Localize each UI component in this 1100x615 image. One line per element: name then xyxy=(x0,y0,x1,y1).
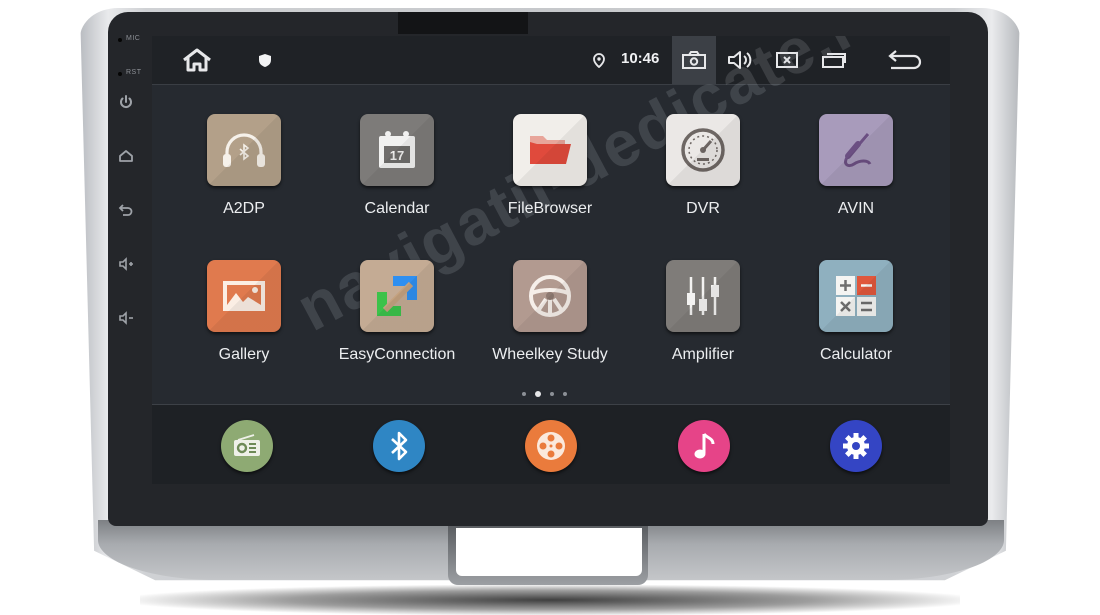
app-label: DVR xyxy=(686,200,720,217)
side-home-button[interactable] xyxy=(116,146,136,166)
app-filebrowser[interactable]: FileBrowser xyxy=(490,114,610,218)
app-dvr[interactable]: DVR xyxy=(643,114,763,218)
connection-icon xyxy=(377,276,417,316)
calculator-icon xyxy=(836,276,876,316)
folder-icon xyxy=(530,136,571,164)
dock-bluetooth-button[interactable] xyxy=(373,420,425,472)
device-shadow xyxy=(140,585,960,615)
camera-icon xyxy=(682,51,706,69)
app-icon-tile xyxy=(819,114,893,186)
app-icon-tile xyxy=(819,260,893,332)
bluetooth-headphones-icon xyxy=(223,133,265,167)
app-easyconnection[interactable]: EasyConnection xyxy=(337,260,457,364)
audio-jack-icon xyxy=(844,133,872,168)
speedometer-icon xyxy=(681,128,725,172)
dock-video-button[interactable] xyxy=(525,420,577,472)
image-icon xyxy=(223,281,265,311)
screenshot-button[interactable] xyxy=(680,49,708,71)
glass-top-strip xyxy=(398,12,528,34)
app-calculator[interactable]: Calculator xyxy=(796,260,916,364)
radio-icon xyxy=(234,434,260,456)
page-dot[interactable] xyxy=(550,392,554,396)
app-a2dp[interactable]: A2DP xyxy=(184,114,304,218)
volume-up-icon xyxy=(119,257,133,271)
reset-label: RST xyxy=(126,69,142,76)
app-icon-tile xyxy=(207,260,281,332)
app-amplifier[interactable]: Amplifier xyxy=(643,260,763,364)
back-icon xyxy=(888,50,922,70)
status-time: 10:46 xyxy=(621,50,660,67)
dock-music-button[interactable] xyxy=(678,420,730,472)
page-dot[interactable] xyxy=(522,392,526,396)
home-icon xyxy=(119,150,133,162)
app-label: Calculator xyxy=(819,346,893,363)
page-indicator xyxy=(522,390,567,398)
calendar-icon: 17 xyxy=(379,131,415,168)
status-bar: 10:46 xyxy=(152,36,950,85)
mount-notch-cutout xyxy=(456,528,642,576)
recent-apps-icon xyxy=(822,53,846,68)
app-wheelkey-study[interactable]: Wheelkey Study xyxy=(490,260,610,364)
screen: 10:46 navigatii-dedicate.ro A2DP 17 Cale… xyxy=(152,36,950,484)
dock xyxy=(152,404,950,484)
page-dot[interactable] xyxy=(563,392,567,396)
close-box-icon xyxy=(776,52,798,68)
app-gallery[interactable]: Gallery xyxy=(184,260,304,364)
dock-settings-button[interactable] xyxy=(830,420,882,472)
reset-hole[interactable] xyxy=(118,72,122,76)
app-icon-tile xyxy=(666,114,740,186)
app-icon-tile xyxy=(666,260,740,332)
equalizer-icon xyxy=(687,277,719,315)
volume-down-icon xyxy=(119,311,133,325)
app-icon-tile: 17 xyxy=(360,114,434,186)
app-label: AVIN xyxy=(837,200,875,217)
music-note-icon xyxy=(694,432,715,459)
mic-hole xyxy=(118,38,122,42)
app-label: Amplifier xyxy=(671,346,735,363)
status-location xyxy=(592,52,606,68)
shield-icon xyxy=(259,53,271,67)
location-icon xyxy=(593,52,605,68)
status-shield xyxy=(258,53,272,67)
app-icon-tile xyxy=(207,114,281,186)
back-button[interactable] xyxy=(886,48,924,72)
home-icon xyxy=(183,48,211,72)
volume-icon xyxy=(728,51,752,69)
side-volume-down-button[interactable] xyxy=(116,308,136,328)
app-label: A2DP xyxy=(223,200,265,217)
close-app-button[interactable] xyxy=(774,49,800,71)
side-back-button[interactable] xyxy=(116,200,136,220)
app-label: EasyConnection xyxy=(338,346,456,363)
bluetooth-icon xyxy=(391,431,408,461)
mic-label: MIC xyxy=(126,35,141,42)
status-home-button[interactable] xyxy=(180,45,214,75)
volume-button[interactable] xyxy=(726,49,754,71)
back-icon xyxy=(118,204,133,216)
app-label: Calendar xyxy=(364,200,430,217)
app-calendar[interactable]: 17 Calendar xyxy=(337,114,457,218)
power-icon xyxy=(120,95,132,108)
steering-wheel-icon xyxy=(529,275,571,317)
dock-radio-button[interactable] xyxy=(221,420,273,472)
side-volume-up-button[interactable] xyxy=(116,254,136,274)
recent-apps-button[interactable] xyxy=(820,49,850,71)
app-label: Gallery xyxy=(218,346,270,363)
app-icon-tile xyxy=(513,260,587,332)
page-dot-active[interactable] xyxy=(535,391,541,397)
film-reel-icon xyxy=(537,432,565,460)
app-icon-tile xyxy=(360,260,434,332)
app-label: FileBrowser xyxy=(507,200,593,217)
gear-icon xyxy=(843,433,869,459)
calendar-day: 17 xyxy=(390,148,404,163)
app-label: Wheelkey Study xyxy=(492,346,608,363)
side-power-button[interactable] xyxy=(116,92,136,112)
app-avin[interactable]: AVIN xyxy=(796,114,916,218)
app-icon-tile xyxy=(513,114,587,186)
